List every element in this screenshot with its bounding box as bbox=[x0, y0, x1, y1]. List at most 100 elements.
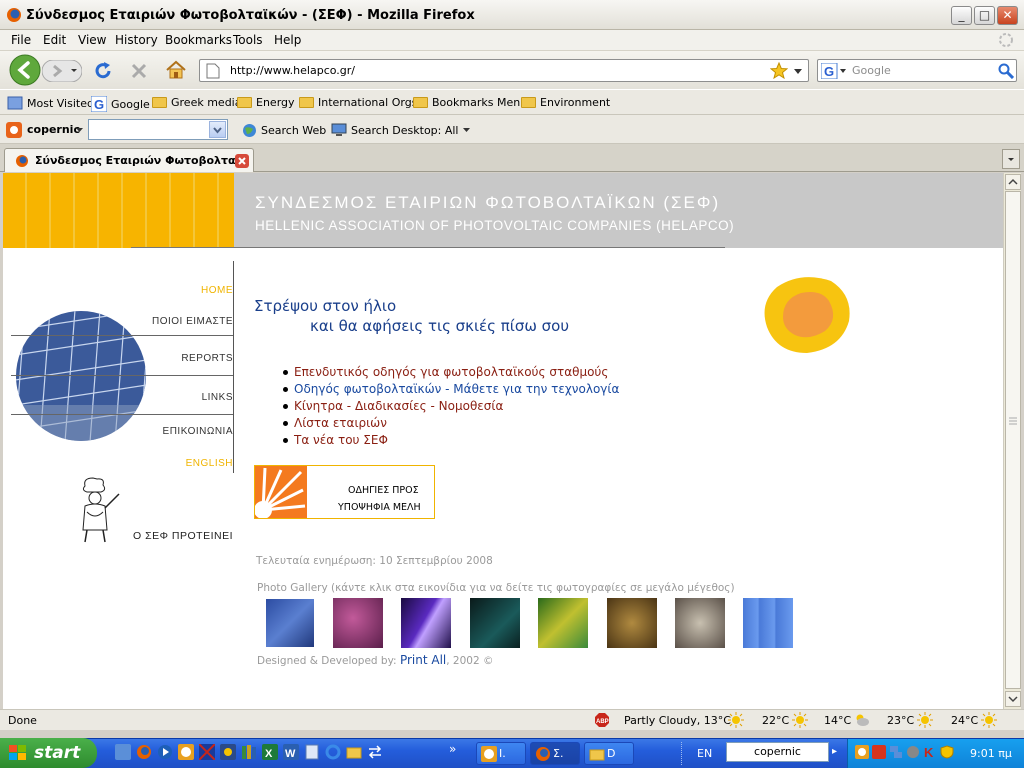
bookmark-star-icon[interactable] bbox=[770, 62, 788, 79]
close-button[interactable]: ✕ bbox=[997, 6, 1018, 25]
vertical-scrollbar[interactable] bbox=[1003, 173, 1021, 709]
sun-icon bbox=[917, 712, 933, 728]
start-button[interactable]: start bbox=[0, 738, 97, 768]
dropdown-button[interactable] bbox=[209, 121, 226, 138]
url-dropdown-icon[interactable] bbox=[794, 69, 802, 74]
nav-english[interactable]: ENGLISH bbox=[186, 458, 233, 469]
link-incentives[interactable]: Κίνητρα - Διαδικασίες - Νομοθεσία bbox=[294, 399, 503, 413]
link-investment-guide[interactable]: Επενδυτικός οδηγός για φωτοβολταϊκούς στ… bbox=[294, 365, 608, 379]
tab-close-icon[interactable] bbox=[235, 154, 249, 168]
gallery-thumb[interactable] bbox=[538, 598, 588, 648]
tray-shield-icon[interactable] bbox=[940, 745, 954, 759]
tray-volume-icon[interactable] bbox=[906, 745, 920, 759]
weather-forecast-1[interactable]: 22°C bbox=[762, 714, 789, 727]
weather-forecast-4[interactable]: 24°C bbox=[951, 714, 978, 727]
scroll-thumb[interactable] bbox=[1005, 191, 1021, 689]
home-icon[interactable] bbox=[165, 60, 187, 80]
menu-help[interactable]: Help bbox=[274, 33, 301, 47]
menu-edit[interactable]: Edit bbox=[43, 33, 66, 47]
gallery-thumb[interactable] bbox=[265, 598, 315, 648]
nav-reports[interactable]: REPORTS bbox=[181, 353, 233, 364]
folder-icon[interactable] bbox=[346, 744, 362, 760]
quicklaunch-more-icon[interactable]: » bbox=[449, 742, 456, 756]
nav-who-we-are[interactable]: ΠΟΙΟΙ ΕΙΜΑΣΤΕ bbox=[152, 316, 233, 327]
menu-view[interactable]: View bbox=[78, 33, 106, 47]
link-pv-guide[interactable]: Οδηγός φωτοβολταϊκών - Μάθετε για την τε… bbox=[294, 382, 619, 396]
scroll-down-button[interactable] bbox=[1005, 691, 1021, 707]
tray-adobe-icon[interactable] bbox=[872, 745, 886, 759]
quicklaunch-icon[interactable] bbox=[115, 744, 131, 760]
excel-icon[interactable]: X bbox=[262, 744, 278, 760]
copernic-deskbar[interactable]: copernic bbox=[726, 742, 829, 762]
nav-links[interactable]: LINKS bbox=[202, 392, 233, 403]
tab-list-button[interactable] bbox=[1002, 149, 1020, 169]
clock-app-icon[interactable] bbox=[178, 744, 194, 760]
member-guidelines-banner[interactable]: ΟΔΗΓΙΕΣ ΠΡΟΣ ΥΠΟΨΗΦΙΑ ΜΕΛΗ bbox=[254, 465, 435, 519]
flag-icon[interactable] bbox=[199, 744, 215, 760]
search-desktop-button[interactable]: Search Desktop: All bbox=[331, 123, 470, 137]
arrows-icon[interactable] bbox=[367, 744, 383, 760]
reload-icon[interactable] bbox=[93, 61, 113, 81]
gallery-thumb[interactable] bbox=[470, 598, 520, 648]
menu-history[interactable]: History bbox=[115, 33, 158, 47]
gallery-thumb[interactable] bbox=[743, 598, 793, 648]
clock[interactable]: 9:01 πμ bbox=[970, 747, 1012, 760]
bookmark-energy[interactable]: Energy bbox=[237, 96, 295, 109]
maximize-button[interactable]: □ bbox=[974, 6, 995, 25]
language-indicator[interactable]: EN bbox=[697, 747, 712, 760]
weather-forecast-3[interactable]: 23°C bbox=[887, 714, 914, 727]
scroll-up-button[interactable] bbox=[1005, 174, 1021, 190]
taskbar-button-1[interactable]: I. bbox=[476, 742, 526, 765]
adblock-icon[interactable]: ABP bbox=[594, 712, 610, 728]
weather-current[interactable]: Partly Cloudy, 13°C bbox=[624, 714, 731, 727]
copernic-menu-dropdown-icon[interactable] bbox=[76, 128, 83, 132]
tray-network-icon[interactable] bbox=[889, 745, 903, 759]
minimize-button[interactable]: _ bbox=[951, 6, 972, 25]
bookmark-international-orgs[interactable]: International Orgs bbox=[299, 96, 417, 109]
link-news[interactable]: Τα νέα του ΣΕΦ bbox=[294, 433, 388, 447]
gallery-thumb[interactable] bbox=[333, 598, 383, 648]
books-icon[interactable] bbox=[241, 744, 257, 760]
url-bar[interactable]: http://www.helapco.gr/ bbox=[199, 59, 809, 82]
link-company-list[interactable]: Λίστα εταιριών bbox=[294, 416, 387, 430]
google-engine-icon[interactable]: G bbox=[821, 63, 847, 79]
bookmark-greek-media[interactable]: Greek media bbox=[152, 96, 241, 109]
credits-link[interactable]: Print All bbox=[400, 653, 446, 667]
forward-button[interactable] bbox=[42, 60, 82, 82]
notepad-icon[interactable] bbox=[304, 744, 320, 760]
gallery-thumb[interactable] bbox=[607, 598, 657, 648]
copernic-search-input[interactable] bbox=[88, 119, 228, 140]
ie-icon[interactable] bbox=[325, 744, 341, 760]
gallery-thumb[interactable] bbox=[675, 598, 725, 648]
tray-clock-app-icon[interactable] bbox=[855, 745, 869, 759]
firefox-icon[interactable] bbox=[136, 744, 152, 760]
gallery-thumb[interactable] bbox=[401, 598, 451, 648]
word-icon[interactable]: W bbox=[283, 744, 299, 760]
app-icon[interactable] bbox=[220, 744, 236, 760]
taskbar-button-folder[interactable]: D bbox=[584, 742, 634, 765]
bookmark-environment[interactable]: Environment bbox=[521, 96, 610, 109]
taskbar-button-label: Σ. bbox=[553, 747, 564, 760]
tray-kaspersky-icon[interactable]: K bbox=[923, 745, 937, 759]
menu-bookmarks[interactable]: Bookmarks bbox=[165, 33, 232, 47]
weather-forecast-2[interactable]: 14°C bbox=[824, 714, 851, 727]
back-button[interactable] bbox=[8, 54, 42, 86]
nav-contact[interactable]: ΕΠΙΚΟΙΝΩΝΙΑ bbox=[163, 426, 233, 437]
search-icon[interactable] bbox=[998, 63, 1014, 79]
search-web-button[interactable]: Search Web bbox=[242, 123, 326, 138]
bookmark-most-visited[interactable]: Most Visited bbox=[7, 96, 94, 110]
nav-home[interactable]: HOME bbox=[201, 285, 233, 296]
menu-file[interactable]: File bbox=[11, 33, 31, 47]
media-icon[interactable] bbox=[157, 744, 173, 760]
tab-helapco[interactable]: Σύνδεσμος Εταιριών Φωτοβολταϊ... bbox=[4, 148, 254, 172]
folder-icon bbox=[299, 97, 314, 108]
copernic-brand[interactable]: copernic bbox=[27, 123, 80, 136]
menu-tools[interactable]: Tools bbox=[233, 33, 263, 47]
recommends-link[interactable]: Ο ΣΕΦ ΠΡΟΤΕΙΝΕΙ bbox=[133, 530, 233, 542]
stop-icon[interactable] bbox=[130, 62, 148, 80]
deskbar-options-icon[interactable]: ▸ bbox=[832, 746, 837, 757]
search-box[interactable]: G Google bbox=[817, 59, 1017, 82]
bookmark-google[interactable]: G Google bbox=[91, 96, 150, 112]
bookmark-bookmarks-menu[interactable]: Bookmarks Menu bbox=[413, 96, 527, 109]
taskbar-button-firefox[interactable]: Σ. bbox=[530, 742, 580, 765]
